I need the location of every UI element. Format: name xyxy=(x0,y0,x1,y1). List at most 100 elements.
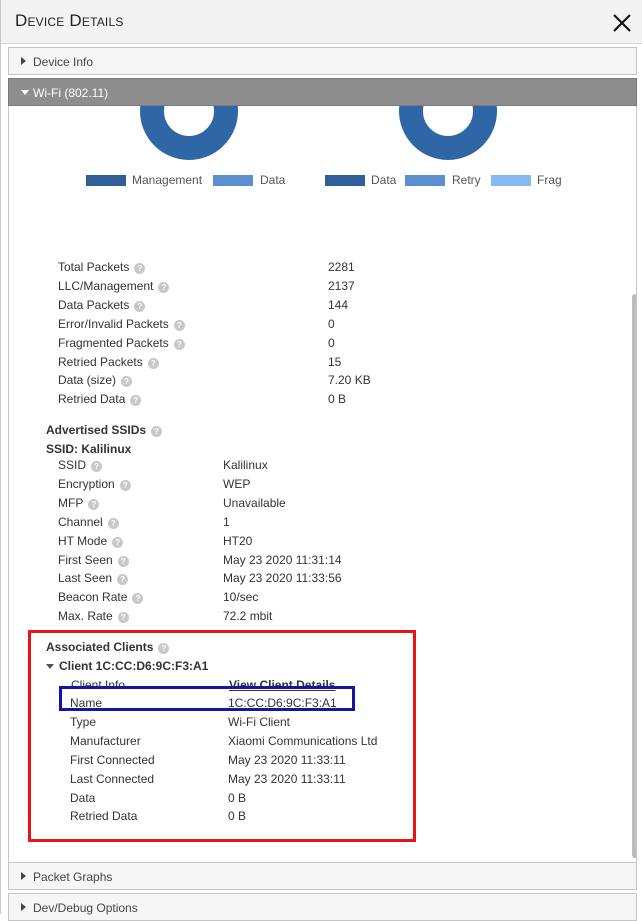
dialog-titlebar: Device Details xyxy=(1,0,642,44)
row-label: Channel? xyxy=(58,515,119,529)
row-label: HT Mode? xyxy=(58,533,124,548)
chevron-down-icon xyxy=(21,90,29,95)
row-label-text: Total Packets xyxy=(58,260,130,274)
help-icon[interactable]: ? xyxy=(173,338,185,350)
row-label: Encryption? xyxy=(58,477,131,491)
row-label-text: Encryption xyxy=(58,476,115,491)
row-value: 10/sec xyxy=(223,590,259,605)
help-icon[interactable]: ? xyxy=(173,319,185,331)
legend-label: Management xyxy=(132,173,203,187)
close-icon xyxy=(613,14,631,32)
row-label: MFP? xyxy=(58,495,100,510)
dialog-title: Device Details xyxy=(15,11,124,30)
row-value: 1C:CC:D6:9C:F3:A1 xyxy=(228,696,337,710)
accordion-device-info[interactable]: Device Info xyxy=(8,47,637,75)
accordion-dev-debug[interactable]: Dev/Debug Options xyxy=(8,893,637,921)
row-label-text: HT Mode xyxy=(58,533,108,548)
accordion-wifi[interactable]: Wi-Fi (802.11) xyxy=(8,78,637,106)
help-icon[interactable]: ? xyxy=(91,461,103,472)
accordion-label: Wi-Fi (802.11) xyxy=(33,86,109,100)
help-icon[interactable]: ? xyxy=(119,479,131,491)
client-toggle[interactable]: Client 1C:CC:D6:9C:F3:A1 xyxy=(46,659,208,673)
accordion-label: Dev/Debug Options xyxy=(33,901,138,915)
row-value: 144 xyxy=(328,297,349,312)
ssid-heading: SSID: Kalilinux xyxy=(46,442,132,456)
row-label-text: First Seen xyxy=(58,552,113,567)
row-label: First Connected xyxy=(70,753,155,767)
row-value: 7.20 KB xyxy=(328,373,371,388)
row-label-text: Fragmented Packets xyxy=(58,335,169,350)
chevron-right-icon xyxy=(21,57,26,65)
accordion-packet-graphs[interactable]: Packet Graphs xyxy=(8,862,637,890)
row-label-text: First Connected xyxy=(70,752,155,767)
row-label-text: Last Connected xyxy=(70,771,155,786)
row-label-text: Data xyxy=(70,790,96,805)
row-label: Type xyxy=(70,715,96,729)
row-label-text: LLC/Management xyxy=(58,278,154,293)
help-icon[interactable]: ? xyxy=(134,300,146,312)
help-icon[interactable]: ? xyxy=(117,612,129,624)
row-label: Data (size)? xyxy=(58,373,133,388)
row-value: 1 xyxy=(223,514,230,529)
help-icon[interactable]: ? xyxy=(158,643,170,654)
row-label: Data xyxy=(70,791,95,805)
row-label: Data Packets? xyxy=(58,297,146,312)
help-icon[interactable]: ? xyxy=(112,536,124,548)
row-label: Total Packets? xyxy=(58,260,146,274)
row-value: May 23 2020 11:33:11 xyxy=(228,752,346,767)
row-label: Retried Packets? xyxy=(58,355,159,369)
help-icon[interactable]: ? xyxy=(88,498,100,510)
device-details-dialog: Device Details Device Info Wi-Fi (802.11… xyxy=(0,0,642,921)
row-label-text: SSID xyxy=(58,458,87,472)
row-value: May 23 2020 11:33:56 xyxy=(223,571,342,586)
row-value: Xiaomi Communications Ltd xyxy=(228,733,378,748)
row-label: SSID? xyxy=(58,458,103,472)
row-value: HT20 xyxy=(223,533,253,548)
row-label: LLC/Management? xyxy=(58,278,170,293)
help-icon[interactable]: ? xyxy=(134,263,146,274)
data-retry-frag-donut-chart xyxy=(399,106,497,160)
scrollbar-thumb[interactable] xyxy=(632,294,636,858)
row-label-text: Retried Packets xyxy=(58,354,143,369)
row-label-text: Last Seen xyxy=(58,571,113,586)
section-title: Advertised SSIDs xyxy=(46,423,147,437)
row-value: Unavailable xyxy=(223,495,286,510)
row-value: 0 xyxy=(328,316,335,331)
row-label: Fragmented Packets? xyxy=(58,336,185,350)
row-label-text: Type xyxy=(70,714,97,729)
legend-swatch xyxy=(325,175,365,186)
row-value: 0 B xyxy=(228,790,247,805)
close-button[interactable] xyxy=(611,12,633,34)
row-label-text: Data Packets xyxy=(58,297,130,312)
help-icon[interactable]: ? xyxy=(107,517,119,529)
row-label-text: MFP xyxy=(58,495,84,510)
help-icon[interactable]: ? xyxy=(147,357,159,369)
help-icon[interactable]: ? xyxy=(117,574,129,586)
row-label: Max. Rate? xyxy=(58,609,129,624)
row-label-text: Beacon Rate xyxy=(58,590,128,605)
row-value: Kalilinux xyxy=(223,458,268,472)
help-icon[interactable]: ? xyxy=(151,426,163,437)
row-value: WEP xyxy=(223,476,251,491)
help-icon[interactable]: ? xyxy=(117,555,129,567)
help-icon[interactable]: ? xyxy=(130,395,142,407)
scrollbar[interactable] xyxy=(632,106,636,862)
help-icon[interactable]: ? xyxy=(158,281,170,293)
help-icon[interactable]: ? xyxy=(132,593,144,605)
row-value: May 23 2020 11:31:14 xyxy=(223,552,342,567)
row-label-text: Max. Rate xyxy=(58,609,113,624)
row-label: Last Seen? xyxy=(58,571,129,586)
legend-swatch xyxy=(86,175,126,186)
help-icon[interactable]: ? xyxy=(121,376,133,388)
row-label: Name xyxy=(70,696,102,710)
row-label-text: Name xyxy=(70,696,103,710)
chevron-down-icon xyxy=(46,664,54,669)
legend-label: Retry xyxy=(452,173,481,187)
row-label: Last Connected xyxy=(70,772,154,786)
row-value: 2281 xyxy=(328,260,355,274)
chevron-right-icon xyxy=(21,903,26,911)
accordion-label: Device Info xyxy=(33,55,94,69)
wifi-panel[interactable]: Management Data Data Retry Frag Total Pa… xyxy=(8,106,637,862)
row-value: 2137 xyxy=(328,278,355,293)
management-data-donut-chart xyxy=(140,106,238,160)
